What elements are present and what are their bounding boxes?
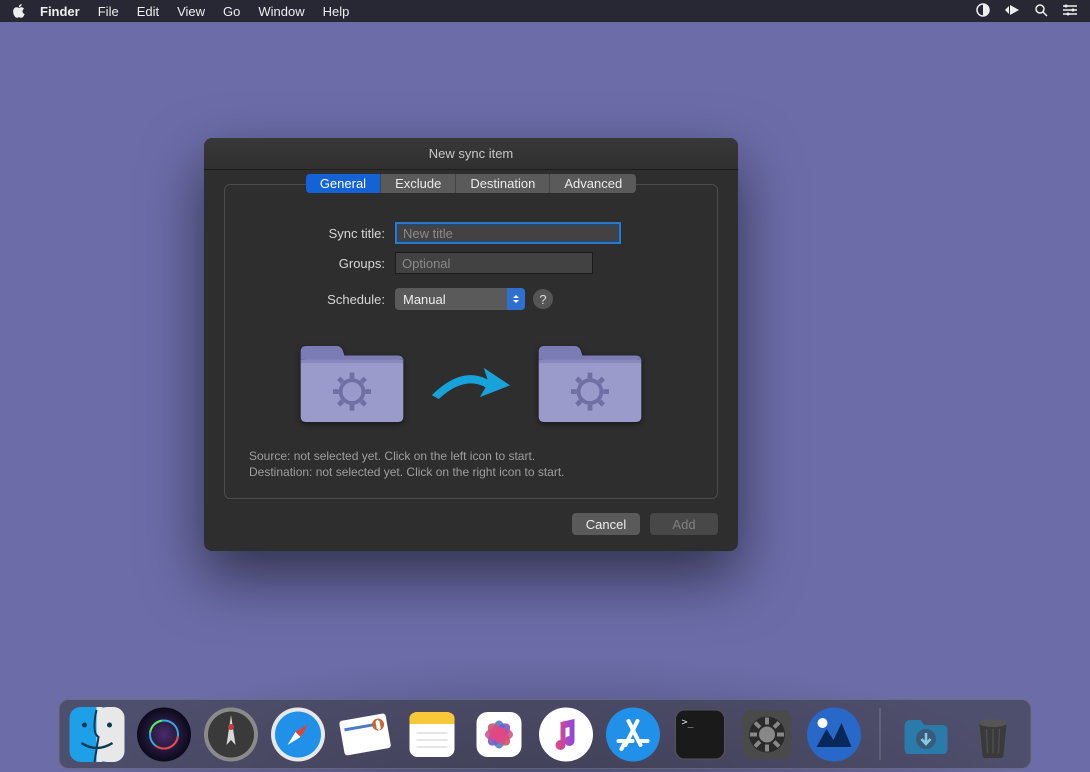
dialog-title: New sync item	[204, 138, 738, 170]
dock-safari-icon[interactable]	[271, 707, 326, 762]
tab-exclude[interactable]: Exclude	[381, 174, 456, 193]
dock-settings-icon[interactable]	[740, 707, 795, 762]
dock: >_	[59, 699, 1032, 769]
dock-siri-icon[interactable]	[137, 707, 192, 762]
dock-mail-icon[interactable]	[338, 707, 393, 762]
sync-title-input[interactable]	[395, 222, 621, 244]
tab-advanced[interactable]: Advanced	[550, 174, 636, 193]
chevron-updown-icon	[507, 288, 525, 310]
source-folder-button[interactable]	[295, 338, 409, 430]
destination-folder-button[interactable]	[533, 338, 647, 430]
dialog-panel: General Exclude Destination Advanced Syn…	[224, 184, 718, 499]
status-icon-1[interactable]	[976, 3, 990, 20]
control-center-icon[interactable]	[1062, 3, 1078, 20]
dock-photos-icon[interactable]	[472, 707, 527, 762]
groups-label: Groups:	[249, 256, 395, 271]
menu-window[interactable]: Window	[258, 4, 304, 19]
sync-direction-arrow-icon	[427, 358, 515, 410]
menu-edit[interactable]: Edit	[137, 4, 159, 19]
dock-launchpad-icon[interactable]	[204, 707, 259, 762]
menubar: Finder File Edit View Go Window Help	[0, 0, 1090, 22]
hint-destination: Destination: not selected yet. Click on …	[249, 464, 693, 480]
dock-music-icon[interactable]	[539, 707, 594, 762]
schedule-label: Schedule:	[249, 292, 395, 307]
apple-menu-icon[interactable]	[12, 4, 26, 18]
dock-appstore-icon[interactable]	[606, 707, 661, 762]
schedule-help-button[interactable]: ?	[533, 289, 553, 309]
sync-title-label: Sync title:	[249, 226, 395, 241]
tab-destination[interactable]: Destination	[456, 174, 550, 193]
menu-file[interactable]: File	[98, 4, 119, 19]
dock-terminal-icon[interactable]: >_	[673, 707, 728, 762]
tab-bar: General Exclude Destination Advanced	[225, 174, 717, 193]
dock-notes-icon[interactable]	[405, 707, 460, 762]
schedule-value: Manual	[403, 292, 446, 307]
add-button[interactable]: Add	[650, 513, 718, 535]
dock-downloads-icon[interactable]	[899, 707, 954, 762]
groups-input[interactable]	[395, 252, 593, 274]
schedule-select[interactable]: Manual	[395, 288, 525, 310]
hint-source: Source: not selected yet. Click on the l…	[249, 448, 693, 464]
tab-general[interactable]: General	[306, 174, 381, 193]
menu-help[interactable]: Help	[323, 4, 350, 19]
spotlight-icon[interactable]	[1034, 3, 1048, 20]
dock-finder-icon[interactable]	[70, 707, 125, 762]
new-sync-item-dialog: New sync item General Exclude Destinatio…	[204, 138, 738, 551]
dock-separator	[880, 708, 881, 760]
menu-view[interactable]: View	[177, 4, 205, 19]
menu-go[interactable]: Go	[223, 4, 240, 19]
menubar-app[interactable]: Finder	[40, 4, 80, 19]
svg-text:>_: >_	[682, 717, 695, 728]
dock-trash-icon[interactable]	[966, 707, 1021, 762]
status-icon-2[interactable]	[1004, 3, 1020, 20]
cancel-button[interactable]: Cancel	[572, 513, 640, 535]
dock-app-icon[interactable]	[807, 707, 862, 762]
